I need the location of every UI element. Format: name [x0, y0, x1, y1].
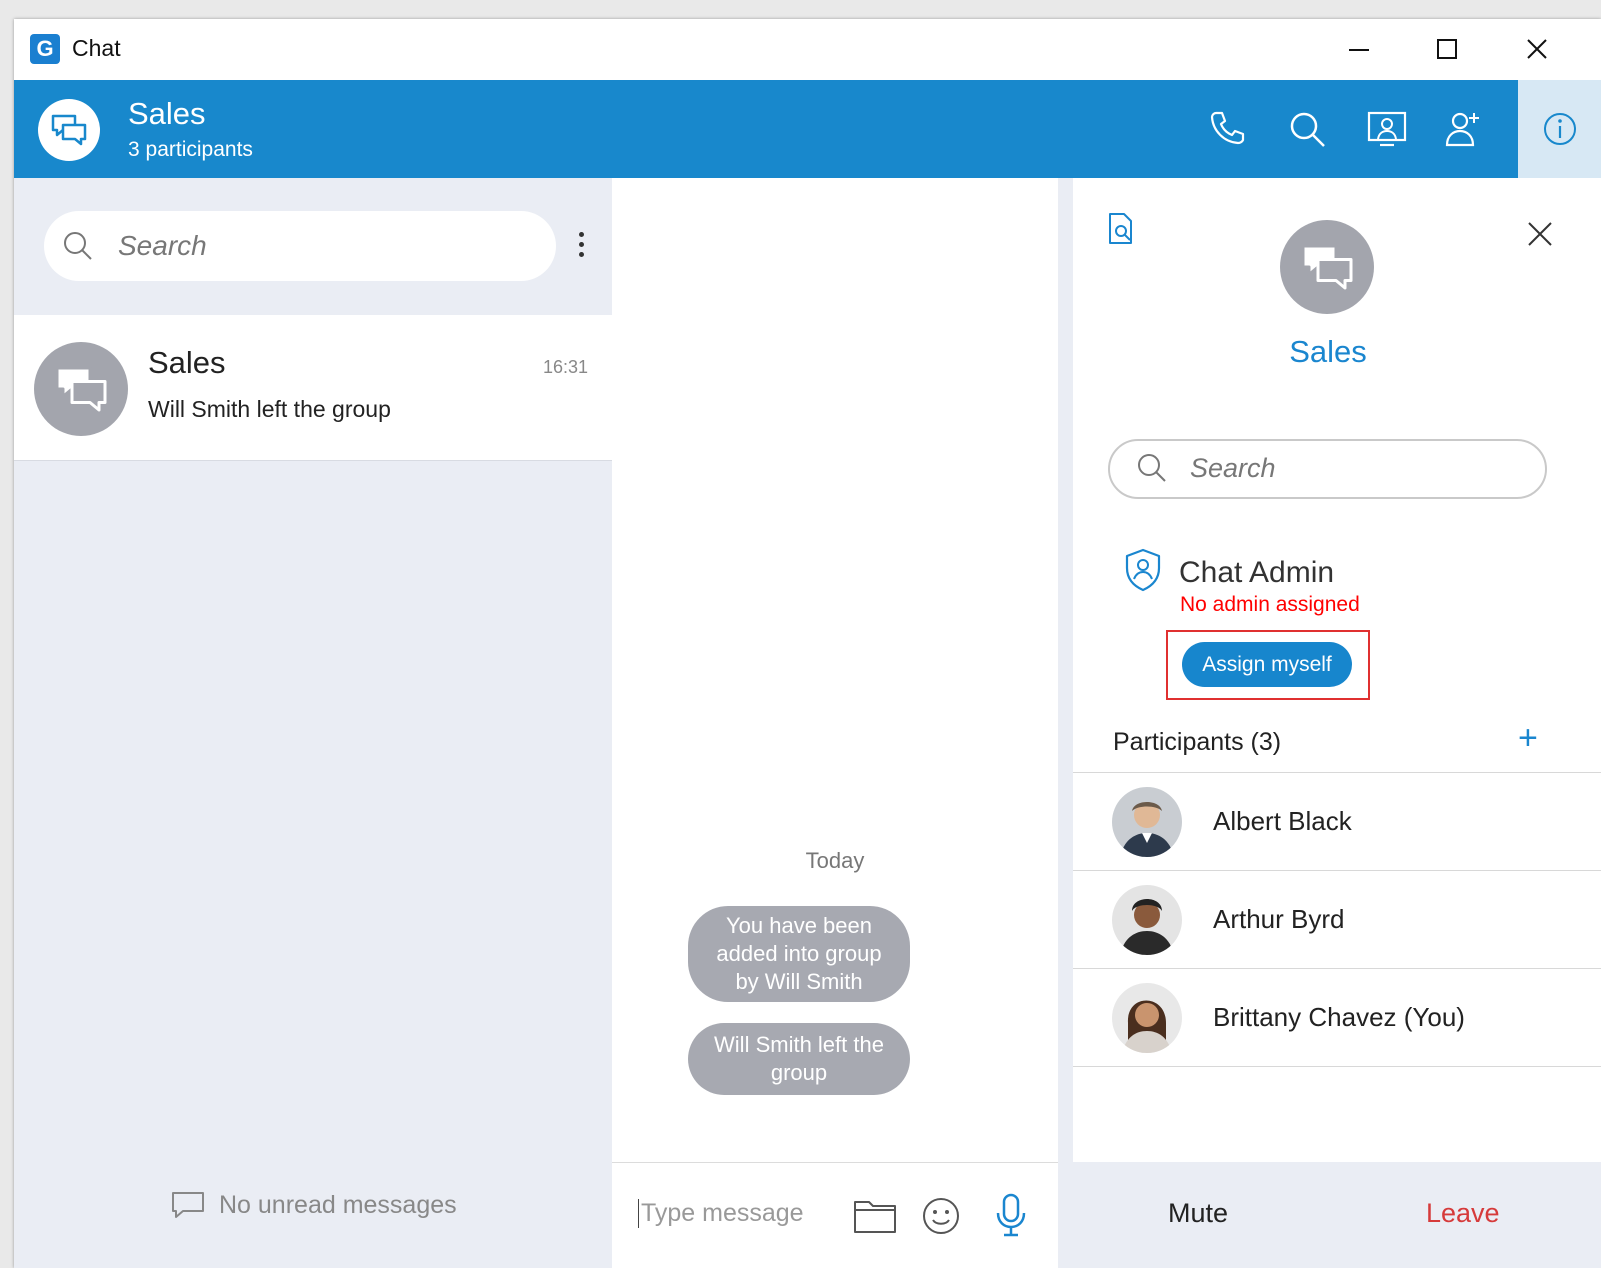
search-icon — [1138, 454, 1166, 482]
close-icon — [1527, 39, 1547, 59]
voice-message-button[interactable] — [986, 1191, 1036, 1241]
info-icon — [1543, 113, 1576, 145]
participant-name: Brittany Chavez (You) — [1213, 1002, 1465, 1032]
phone-icon — [1210, 111, 1245, 145]
close-window-button[interactable] — [1514, 29, 1560, 69]
close-icon — [1528, 222, 1552, 246]
message-composer: Type message — [612, 1162, 1058, 1268]
group-chat-icon — [55, 366, 107, 412]
message-input[interactable]: Type message — [638, 1199, 804, 1228]
participant-row[interactable]: Albert Black — [1073, 773, 1601, 871]
assign-highlight: Assign myself — [1166, 630, 1370, 700]
unread-status: No unread messages — [171, 1190, 457, 1220]
app-logo-icon: G — [30, 34, 60, 64]
group-name: Sales — [1289, 334, 1367, 369]
document-search-icon — [1109, 213, 1132, 244]
participant-row[interactable]: Arthur Byrd — [1073, 871, 1601, 969]
search-placeholder: Search — [118, 230, 207, 261]
system-message-line: added into group — [716, 941, 882, 966]
participant-count: 3 participants — [128, 138, 253, 161]
conversation-list-pane: Search Sales 16:31 Will Smith left the g… — [14, 178, 612, 1268]
system-message: Will Smith left the group — [688, 1023, 910, 1095]
search-icon — [1290, 112, 1325, 147]
call-button[interactable] — [1204, 106, 1250, 152]
avatar — [1112, 983, 1182, 1053]
emoji-icon — [923, 1198, 959, 1234]
conversation-item[interactable]: Sales 16:31 Will Smith left the group — [14, 315, 612, 461]
folder-icon — [854, 1201, 896, 1233]
document-search-button[interactable] — [1107, 212, 1137, 251]
minimize-icon — [1349, 49, 1369, 51]
system-message-line: Will Smith left the — [714, 1032, 884, 1057]
emoji-button[interactable] — [916, 1191, 966, 1241]
no-admin-warning: No admin assigned — [1180, 593, 1360, 616]
group-avatar — [38, 99, 100, 161]
conversation-last-message: Will Smith left the group — [148, 396, 391, 422]
add-user-icon — [1445, 112, 1479, 147]
group-avatar — [1280, 220, 1374, 314]
video-call-button[interactable] — [1364, 106, 1410, 152]
conversation-time: 16:31 — [542, 357, 588, 377]
group-chat-icon — [1301, 244, 1353, 290]
assign-myself-button[interactable]: Assign myself — [1182, 642, 1352, 687]
add-participant-button[interactable] — [1440, 106, 1486, 152]
system-message: You have been added into group by Will S… — [688, 906, 910, 1002]
maximize-icon — [1437, 39, 1457, 59]
conversation-search-input[interactable]: Search — [44, 211, 556, 281]
avatar — [1112, 787, 1182, 857]
search-icon — [64, 232, 92, 260]
search-placeholder: Search — [1190, 453, 1276, 483]
date-separator: Today — [805, 848, 865, 873]
search-button[interactable] — [1284, 106, 1330, 152]
message-pane: Today You have been added into group by … — [612, 178, 1058, 1268]
maximize-button[interactable] — [1424, 29, 1470, 69]
title-bar: G Chat — [14, 19, 1601, 80]
chat-admin-label: Chat Admin — [1179, 556, 1335, 589]
conversation-name: Sales — [148, 345, 226, 380]
microphone-icon — [996, 1193, 1026, 1237]
group-chat-icon — [51, 114, 87, 146]
message-icon — [172, 1192, 204, 1218]
shield-user-icon — [1123, 548, 1163, 597]
participant-row[interactable]: Brittany Chavez (You) — [1073, 969, 1601, 1067]
system-message-line: by Will Smith — [735, 969, 863, 994]
chat-title: Sales — [128, 96, 206, 131]
group-avatar — [34, 342, 128, 436]
info-button[interactable] — [1518, 80, 1601, 178]
participant-search-input[interactable]: Search — [1108, 439, 1547, 499]
participants-heading: Participants (3) — [1113, 728, 1282, 756]
participant-name: Albert Black — [1213, 806, 1352, 836]
window-title: Chat — [72, 35, 121, 61]
more-options-icon[interactable] — [579, 232, 585, 262]
system-message-line: group — [770, 1060, 828, 1085]
leave-button[interactable]: Leave — [1426, 1198, 1500, 1229]
chat-details-pane: Sales Search Chat Admin No admin assigne… — [1073, 178, 1601, 1268]
avatar — [1112, 885, 1182, 955]
minimize-button[interactable] — [1336, 29, 1382, 69]
chat-window: G Chat Sales 3 participants Search Sales… — [14, 19, 1601, 1268]
add-participant-icon[interactable]: + — [1518, 719, 1538, 758]
system-message-line: You have been — [726, 913, 872, 938]
pane-divider — [1058, 178, 1073, 1268]
close-details-button[interactable] — [1522, 216, 1558, 252]
screen-share-icon — [1367, 111, 1407, 147]
details-footer: Mute Leave — [1073, 1162, 1601, 1268]
participant-list: Albert Black Arthur Byrd Brittany Chavez… — [1073, 772, 1601, 1067]
unread-status-text: No unread messages — [219, 1190, 457, 1219]
chat-header: Sales 3 participants — [14, 80, 1601, 178]
attach-file-button[interactable] — [850, 1191, 900, 1241]
participant-name: Arthur Byrd — [1213, 904, 1345, 934]
mute-button[interactable]: Mute — [1168, 1198, 1228, 1229]
